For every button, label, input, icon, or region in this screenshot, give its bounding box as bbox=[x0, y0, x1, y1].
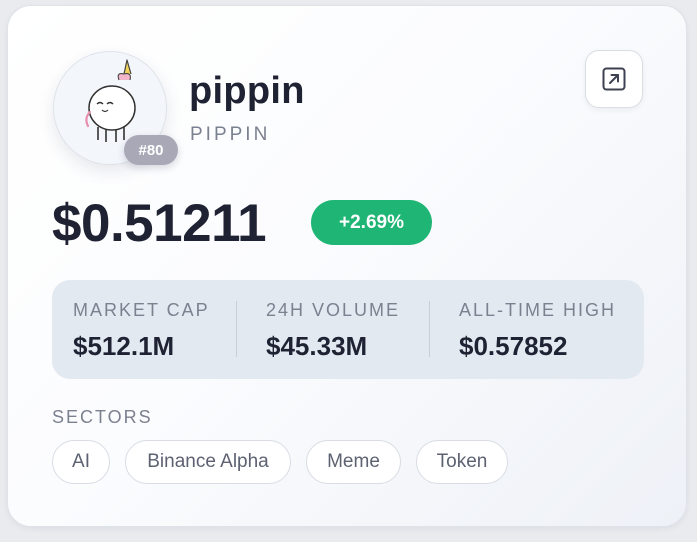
external-link-icon bbox=[602, 67, 626, 91]
sector-tag-binance-alpha[interactable]: Binance Alpha bbox=[125, 440, 291, 484]
stat-label: 24H VOLUME bbox=[266, 300, 401, 320]
stat-label: MARKET CAP bbox=[73, 300, 210, 320]
stat-value: $45.33M bbox=[266, 331, 368, 361]
sector-tags: AI Binance Alpha Meme Token bbox=[52, 440, 523, 484]
coin-symbol: PIPPIN bbox=[190, 124, 271, 145]
stat-value: $512.1M bbox=[73, 331, 175, 361]
price-change-badge: +2.69% bbox=[311, 200, 432, 245]
rank-badge: #80 bbox=[124, 135, 178, 165]
sector-tag-token[interactable]: Token bbox=[416, 440, 508, 484]
coin-avatar-wrap: #80 bbox=[53, 51, 178, 165]
stat-label: ALL-TIME HIGH bbox=[459, 300, 617, 320]
sectors-heading: SECTORS bbox=[52, 407, 153, 427]
sector-tag-ai[interactable]: AI bbox=[52, 440, 110, 484]
coin-price: $0.51211 bbox=[52, 194, 267, 253]
stat-all-time-high: ALL-TIME HIGH $0.57852 bbox=[430, 300, 640, 379]
stat-value: $0.57852 bbox=[459, 331, 568, 361]
open-external-button[interactable] bbox=[585, 50, 643, 108]
stat-market-cap: MARKET CAP $512.1M bbox=[52, 300, 236, 379]
coin-name: pippin bbox=[189, 70, 305, 112]
stats-panel: MARKET CAP $512.1M 24H VOLUME $45.33M AL… bbox=[52, 280, 644, 379]
stat-24h-volume: 24H VOLUME $45.33M bbox=[237, 300, 429, 379]
sector-tag-meme[interactable]: Meme bbox=[306, 440, 401, 484]
coin-card: #80 pippin PIPPIN $0.51211 +2.69% MARKET… bbox=[7, 5, 687, 527]
